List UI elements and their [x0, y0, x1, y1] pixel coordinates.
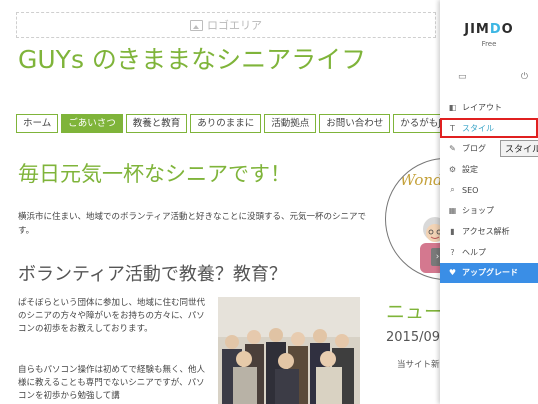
plan-label: Free — [481, 40, 497, 48]
blog-icon: ✎ — [449, 144, 456, 154]
admin-side-panel: JIMDO Free ▭ ⏻ ◧ レイアウト T スタイル ✎ ブログ ⚙ 設定… — [440, 0, 538, 404]
logo-area[interactable]: ロゴエリア — [16, 12, 436, 38]
settings-icon: ⚙ — [448, 164, 457, 174]
body-paragraph-2: 自らもパソコン操作は初めてで経験も無く、他人様に教えることも専門でないシニアです… — [18, 365, 206, 401]
group-photo — [218, 297, 360, 404]
main-heading: 毎日元気一杯なシニアです！ — [18, 162, 291, 186]
jimdo-logo: JIMDO — [464, 22, 514, 37]
menu-item-analytics[interactable]: ▮ アクセス解析 — [440, 221, 538, 242]
menu-item-upgrade[interactable]: ♥ アップグレード — [440, 262, 538, 284]
website-preview: ロゴエリア GUYs のきままなシニアライフ ホーム ごあいさつ 教養と教育 あ… — [0, 0, 440, 404]
monitor-icon[interactable]: ▭ — [458, 72, 467, 82]
nav-item-culture-education[interactable]: 教養と教育 — [125, 114, 188, 133]
admin-menu: ◧ レイアウト T スタイル ✎ ブログ ⚙ 設定 ⌕ SEO ▦ ショップ ▮… — [440, 97, 538, 284]
menu-item-help[interactable]: ? ヘルプ — [440, 242, 538, 263]
help-icon: ? — [450, 247, 455, 257]
chevron-right-icon[interactable]: › — [431, 248, 440, 266]
news-text: 当サイト新 — [397, 360, 440, 370]
news-date: 2015/09/ — [386, 330, 440, 345]
intro-text: 横浜市に住まい、地域でのボランティア活動と好きなことに没頭する、元気一杯のシニア… — [18, 212, 366, 236]
power-icon[interactable]: ⏻ — [521, 72, 528, 82]
heart-icon: ♥ — [448, 268, 457, 278]
menu-item-settings[interactable]: ⚙ 設定 — [440, 159, 538, 180]
menu-item-shop[interactable]: ▦ ショップ — [440, 200, 538, 221]
image-icon — [190, 19, 203, 31]
style-icon: T — [450, 123, 455, 133]
circle-image-text: Wond — [400, 171, 440, 189]
seo-icon: ⌕ — [450, 185, 455, 195]
layout-icon: ◧ — [448, 102, 457, 112]
site-title[interactable]: GUYs のきままなシニアライフ — [18, 40, 366, 76]
nav-item-home[interactable]: ホーム — [16, 114, 59, 133]
sub-heading: ボランティア活動で教養？教育？ — [18, 264, 287, 285]
menu-item-layout[interactable]: ◧ レイアウト — [440, 97, 538, 118]
nav-item-base[interactable]: 活動拠点 — [264, 114, 317, 133]
menu-item-style[interactable]: T スタイル — [440, 117, 538, 139]
panel-tools: ▭ ⏻ — [458, 72, 528, 82]
menu-item-seo[interactable]: ⌕ SEO — [440, 180, 538, 201]
analytics-icon: ▮ — [450, 226, 455, 236]
nav-item-greeting[interactable]: ごあいさつ — [61, 114, 123, 133]
nav-item-karugamo[interactable]: かるがもJim — [393, 114, 440, 133]
nav-item-contact[interactable]: お問い合わせ — [319, 114, 391, 133]
logo-area-label: ロゴエリア — [207, 19, 262, 32]
main-navigation: ホーム ごあいさつ 教養と教育 ありのままに 活動拠点 お問い合わせ かるがもJ… — [16, 114, 440, 133]
news-title: ニュー — [386, 301, 440, 323]
tooltip-style: スタイル — [500, 140, 538, 157]
shop-icon: ▦ — [448, 206, 457, 216]
body-paragraph-1: ぱそぼらという団体に参加し、地域に住む同世代のシニアの方々や障がいをお持ちの方々… — [18, 298, 206, 334]
nav-item-as-is[interactable]: ありのままに — [190, 114, 262, 133]
